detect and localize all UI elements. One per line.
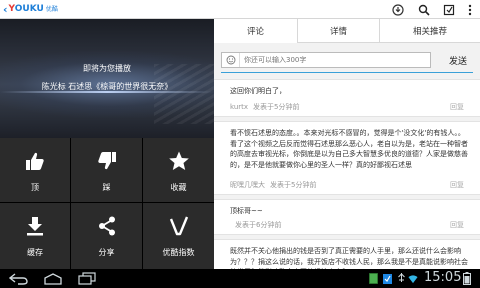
comment-user: kurtx — [230, 103, 249, 111]
comment-meta: kurtx 发表于5分钟前 — [230, 102, 300, 112]
comment-meta: 昵嘿几嘿大 发表于5分钟前 — [230, 180, 316, 190]
search-icon — [418, 4, 430, 16]
download-status-icon — [391, 3, 404, 16]
comment-time: 发表于6分钟前 — [235, 221, 282, 229]
like-button[interactable]: 顶 — [0, 138, 71, 203]
notification-icon — [368, 271, 378, 286]
star-icon — [143, 150, 214, 172]
more-vert-icon — [468, 4, 471, 15]
comment-time: 发表于5分钟前 — [253, 103, 300, 111]
detail-panel: 评论 详情 相关推荐 发送 这回你们明白了， kurtx 发表于5分钟前 回复 看… — [214, 19, 480, 269]
back-logo-button[interactable]: ‹ YOUKU 优酷 — [3, 3, 58, 16]
comment-item: 这回你们明白了， kurtx 发表于5分钟前 回复 — [214, 79, 480, 117]
share-label: 分享 — [98, 248, 115, 257]
reply-button[interactable]: 回复 — [450, 180, 464, 190]
download-status-button[interactable] — [389, 1, 406, 18]
comment-input-row: 发送 — [214, 43, 480, 79]
app-notification-icon — [382, 271, 392, 286]
wifi-icon — [408, 271, 418, 286]
comment-item: 既然并不关心他捐出的钱是否到了真正需要的人手里，那么还说什么会影响为？？？捐这么… — [214, 239, 480, 269]
battery-icon — [462, 271, 472, 286]
download-icon — [0, 215, 70, 237]
dislike-button[interactable]: 踩 — [71, 138, 143, 203]
reply-button[interactable]: 回复 — [450, 220, 464, 230]
comment-input[interactable] — [240, 53, 428, 67]
system-bar: 15:05 — [0, 269, 480, 288]
home-icon — [44, 272, 62, 285]
video-player[interactable]: 即将为您播放 陈光标 石述思《椋哥的世界很无奈》 — [0, 19, 214, 138]
comment-input-box — [221, 52, 431, 68]
history-button[interactable] — [440, 1, 457, 18]
recents-nav-button[interactable] — [76, 271, 98, 286]
youku-index-label: 优酷指数 — [162, 248, 195, 257]
comment-text: 看不惯石述思的态度。。本来对光标不感冒的，觉得是个'没文化'的有钱人。。看了这个… — [230, 129, 468, 169]
thumbs-down-icon — [71, 150, 142, 172]
back-nav-button[interactable] — [8, 271, 30, 286]
action-grid: 顶 踩 收藏 缓存 分享 优酷指数 — [0, 138, 214, 269]
recent-apps-icon — [78, 272, 96, 285]
search-button[interactable] — [415, 1, 432, 18]
history-icon — [443, 4, 454, 15]
comment-item: 顶标哥~~ 发表于6分钟前 回复 — [214, 199, 480, 235]
reply-button[interactable]: 回复 — [450, 102, 464, 112]
comment-text: 既然并不关心他捐出的钱是否到了真正需要的人手里，那么还说什么会影响为？？？捐这么… — [230, 247, 468, 269]
back-arrow-icon — [9, 272, 28, 285]
tab-related[interactable]: 相关推荐 — [380, 19, 480, 43]
status-clock: 15:05 — [424, 270, 462, 285]
home-nav-button[interactable] — [42, 271, 64, 286]
like-label: 顶 — [31, 183, 39, 192]
share-icon — [71, 215, 142, 237]
check-chart-icon — [143, 215, 214, 237]
tab-bar: 评论 详情 相关推荐 — [214, 19, 480, 44]
emoji-button[interactable] — [222, 53, 240, 67]
comment-time: 发表于5分钟前 — [270, 181, 317, 189]
cache-label: 缓存 — [27, 248, 43, 257]
video-title: 陈光标 石述思《椋哥的世界很无奈》 — [41, 82, 173, 91]
input-underline — [221, 72, 473, 73]
comment-text: 顶标哥~~ — [230, 207, 263, 215]
favorite-button[interactable]: 收藏 — [143, 138, 214, 203]
overflow-menu-button[interactable] — [461, 1, 478, 18]
thumbs-up-icon — [0, 150, 70, 172]
share-button[interactable]: 分享 — [71, 203, 143, 269]
comment-item: 看不惯石述思的态度。。本来对光标不感冒的，觉得是个'没文化'的有钱人。。看了这个… — [214, 121, 480, 195]
youku-logo: YOUKU — [8, 4, 44, 14]
usb-debug-icon — [396, 271, 406, 286]
tab-details[interactable]: 详情 — [298, 19, 380, 43]
logo-subtitle: 优酷 — [45, 6, 58, 13]
playback-status: 即将为您播放 — [83, 64, 131, 73]
smiley-icon — [226, 55, 235, 65]
back-chevron-icon: ‹ — [3, 3, 8, 16]
cache-button[interactable]: 缓存 — [0, 203, 71, 269]
action-bar: ‹ YOUKU 优酷 — [0, 0, 480, 19]
favorite-label: 收藏 — [170, 183, 187, 192]
comment-meta: 发表于6分钟前 — [230, 220, 281, 230]
comment-text: 这回你们明白了， — [230, 87, 286, 95]
youku-index-button[interactable]: 优酷指数 — [143, 203, 214, 269]
send-button[interactable]: 发送 — [449, 54, 467, 67]
dislike-label: 踩 — [102, 183, 111, 192]
comment-user: 昵嘿几嘿大 — [230, 181, 265, 189]
tab-comments[interactable]: 评论 — [214, 19, 298, 44]
